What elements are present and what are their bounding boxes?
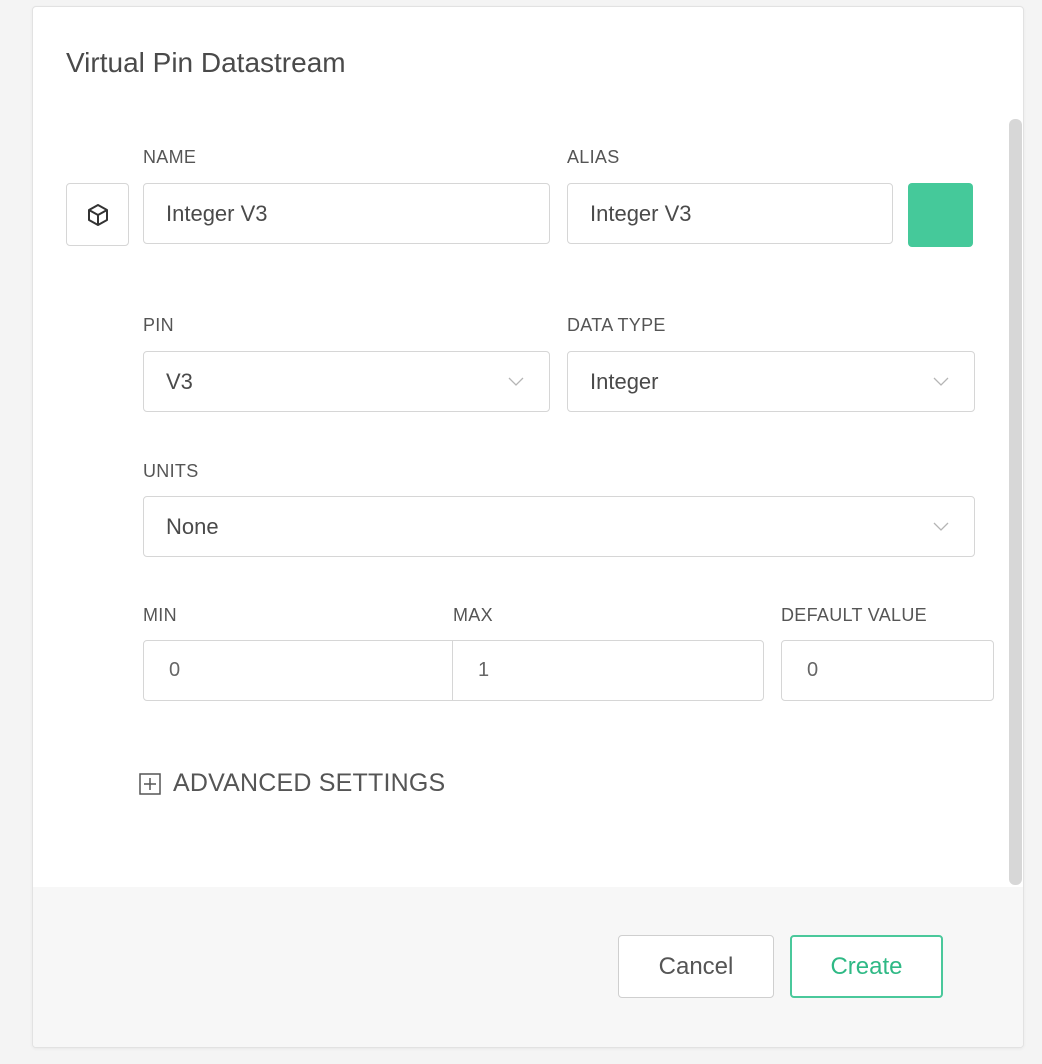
advanced-settings-toggle[interactable]: ADVANCED SETTINGS [139, 769, 445, 798]
chevron-down-icon [933, 522, 949, 531]
pin-select-value: V3 [166, 368, 193, 394]
cube-icon [87, 203, 108, 226]
create-button[interactable]: Create [790, 935, 943, 998]
color-swatch[interactable] [908, 183, 973, 247]
units-select-value: None [166, 513, 219, 539]
alias-input[interactable]: Integer V3 [567, 183, 893, 244]
data-type-label: DATA TYPE [567, 315, 666, 335]
scrollbar[interactable] [1009, 119, 1022, 885]
name-label: NAME [143, 147, 197, 167]
units-label: UNITS [143, 461, 199, 481]
alias-label: ALIAS [567, 147, 620, 167]
data-type-select-value: Integer [590, 368, 659, 394]
default-value-label: DEFAULT VALUE [781, 605, 927, 625]
max-label: MAX [453, 605, 493, 625]
default-value-input[interactable]: 0 [781, 640, 994, 701]
dialog-title: Virtual Pin Datastream [66, 47, 346, 78]
name-input[interactable]: Integer V3 [143, 183, 550, 244]
max-input[interactable]: 1 [452, 640, 764, 701]
plus-square-icon [139, 772, 161, 795]
chevron-down-icon [508, 377, 524, 386]
min-label: MIN [143, 605, 177, 625]
chevron-down-icon [933, 377, 949, 386]
units-select[interactable]: None [143, 496, 975, 557]
advanced-settings-label: ADVANCED SETTINGS [173, 769, 446, 797]
icon-picker-button[interactable] [66, 183, 129, 246]
cancel-button[interactable]: Cancel [618, 935, 774, 998]
min-input[interactable]: 0 [143, 640, 453, 701]
pin-label: PIN [143, 315, 174, 335]
pin-select[interactable]: V3 [143, 351, 550, 412]
data-type-select[interactable]: Integer [567, 351, 975, 412]
datastream-dialog: Virtual Pin Datastream NAME ALIAS Intege… [32, 6, 1024, 1048]
